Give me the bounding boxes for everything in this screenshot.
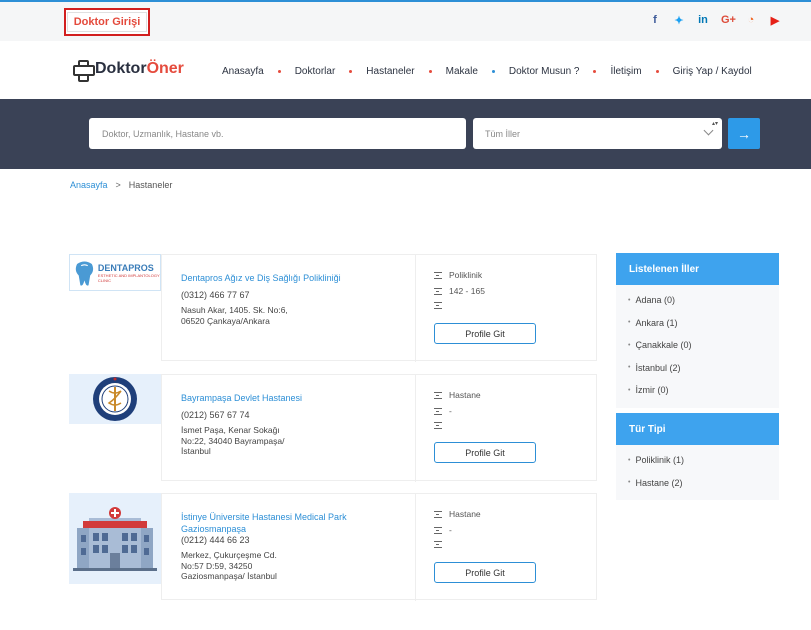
hospital-address: Merkez, Çukurçeşme Cd. No:57 D:59, 34250… [181, 550, 277, 581]
info-icon [434, 302, 442, 309]
doctor-login-label: Doktor Girişi [66, 12, 148, 32]
nav-doctors[interactable]: Doktorlar [295, 66, 336, 77]
search-submit-button[interactable]: → [728, 118, 760, 149]
site-logo[interactable]: Doktor Öner [72, 59, 184, 82]
info-icon [434, 287, 442, 295]
nav-separator [428, 70, 432, 73]
city-filter-item[interactable]: İstanbul (2) [616, 357, 779, 380]
hospital-phone: (0312) 466 77 67 [181, 290, 250, 300]
dentapros-logo[interactable]: DENTAPROS ESTHETIC AND IMPLANTOLOGY CLIN… [69, 254, 161, 291]
nav-separator [349, 70, 353, 73]
info-icon [434, 526, 442, 534]
type-filter-item[interactable]: Poliklinik (1) [616, 449, 779, 472]
info-icon [434, 422, 442, 429]
profile-button[interactable]: Profile Git [434, 323, 536, 344]
hospital-extra2 [434, 302, 449, 309]
sidebar-cities: Listelenen İller Adana (0) Ankara (1) Ça… [616, 253, 779, 408]
hospital-name[interactable]: Bayrampaşa Devlet Hastanesi [181, 392, 356, 404]
hospital-type: Hastane [434, 509, 481, 519]
nav-separator [593, 70, 597, 73]
main-header: Doktor Öner Anasayfa Doktorlar Hastaneler… [0, 41, 811, 99]
city-filter-item[interactable]: Ankara (1) [616, 312, 779, 335]
social-links: f ✦ in G+ ◔ ▶ [649, 14, 781, 27]
nav-separator [491, 70, 495, 73]
city-select-value: Tüm İller [485, 128, 521, 139]
rss-icon[interactable]: ◔ [745, 14, 757, 27]
hospital-address: Nasuh Akar, 1405. Sk. No:6, 06520 Çankay… [181, 305, 288, 326]
info-icon [434, 541, 442, 548]
hospital-building-icon [73, 507, 157, 571]
nav-contact[interactable]: İletişim [610, 66, 641, 77]
sidebar-types-title: Tür Tipi [616, 413, 779, 445]
nav-are-you-doctor[interactable]: Doktor Musun ? [509, 66, 580, 77]
youtube-icon[interactable]: ▶ [769, 14, 781, 27]
hospital-card: DENTAPROS ESTHETIC AND IMPLANTOLOGY CLIN… [69, 254, 597, 369]
bayrampasa-logo[interactable] [69, 374, 161, 424]
hospital-type: Poliklinik [434, 270, 482, 280]
nav-hospitals[interactable]: Hastaneler [366, 66, 414, 77]
hospital-type: Hastane [434, 390, 481, 400]
medical-cross-icon [72, 59, 95, 82]
city-select[interactable]: Tüm İller ▴▾ [473, 118, 722, 149]
breadcrumb-home[interactable]: Anasayfa [70, 180, 108, 190]
hospital-name[interactable]: Dentapros Ağız ve Diş Sağlığı Polikliniğ… [181, 272, 356, 284]
select-arrows-icon: ▴▾ [711, 121, 718, 127]
hospital-icon [434, 271, 442, 279]
tooth-icon [75, 261, 94, 286]
hospital-extra2 [434, 541, 449, 548]
hospital-extra: 142 - 165 [434, 286, 485, 296]
hospital-card: Bayrampaşa Devlet Hastanesi (0212) 567 6… [69, 374, 597, 489]
main-nav: Anasayfa Doktorlar Hastaneler Makale Dok… [222, 66, 752, 77]
hospital-extra: - [434, 525, 452, 535]
hospital-name[interactable]: İstinye Üniversite Hastanesi Medical Par… [181, 511, 356, 535]
chevron-down-icon [703, 125, 714, 136]
linkedin-icon[interactable]: in [697, 14, 709, 27]
hospital-icon [434, 510, 442, 518]
hospital-address: İsmet Paşa, Kenar Sokağı No:22, 34040 Ba… [181, 425, 285, 456]
nav-separator [655, 70, 659, 73]
hospital-card: İstinye Üniversite Hastanesi Medical Par… [69, 493, 597, 608]
profile-button[interactable]: Profile Git [434, 442, 536, 463]
hospital-seal-icon [93, 377, 137, 421]
type-filter-item[interactable]: Hastane (2) [616, 472, 779, 495]
sidebar-cities-title: Listelenen İller [616, 253, 779, 285]
sidebar-types: Tür Tipi Poliklinik (1) Hastane (2) [616, 413, 779, 500]
search-band: Doktor, Uzmanlık, Hastane vb. Tüm İller … [0, 99, 811, 169]
breadcrumb-separator: > [115, 180, 121, 190]
city-filter-item[interactable]: İzmir (0) [616, 379, 779, 402]
breadcrumb-current: Hastaneler [128, 180, 173, 190]
info-icon [434, 407, 442, 415]
twitter-icon[interactable]: ✦ [673, 14, 685, 27]
nav-login-register[interactable]: Giriş Yap / Kaydol [673, 66, 752, 77]
hospital-icon [434, 391, 442, 399]
breadcrumb: Anasayfa > Hastaneler [70, 180, 172, 190]
doctor-login-button[interactable]: Doktor Girişi [64, 8, 150, 36]
search-input[interactable]: Doktor, Uzmanlık, Hastane vb. [89, 118, 466, 149]
city-filter-item[interactable]: Adana (0) [616, 289, 779, 312]
city-filter-item[interactable]: Çanakkale (0) [616, 334, 779, 357]
profile-button[interactable]: Profile Git [434, 562, 536, 583]
nav-home[interactable]: Anasayfa [222, 66, 264, 77]
facebook-icon[interactable]: f [649, 14, 661, 27]
nav-articles[interactable]: Makale [446, 66, 478, 77]
hospital-extra2 [434, 422, 449, 429]
hospital-phone: (0212) 444 66 23 [181, 535, 250, 545]
hospital-extra: - [434, 406, 452, 416]
nav-separator [277, 70, 281, 73]
hospital-phone: (0212) 567 67 74 [181, 410, 250, 420]
google-plus-icon[interactable]: G+ [721, 14, 736, 27]
istinye-hospital-image[interactable] [69, 493, 161, 584]
top-bar: Doktor Girişi f ✦ in G+ ◔ ▶ [0, 0, 811, 41]
